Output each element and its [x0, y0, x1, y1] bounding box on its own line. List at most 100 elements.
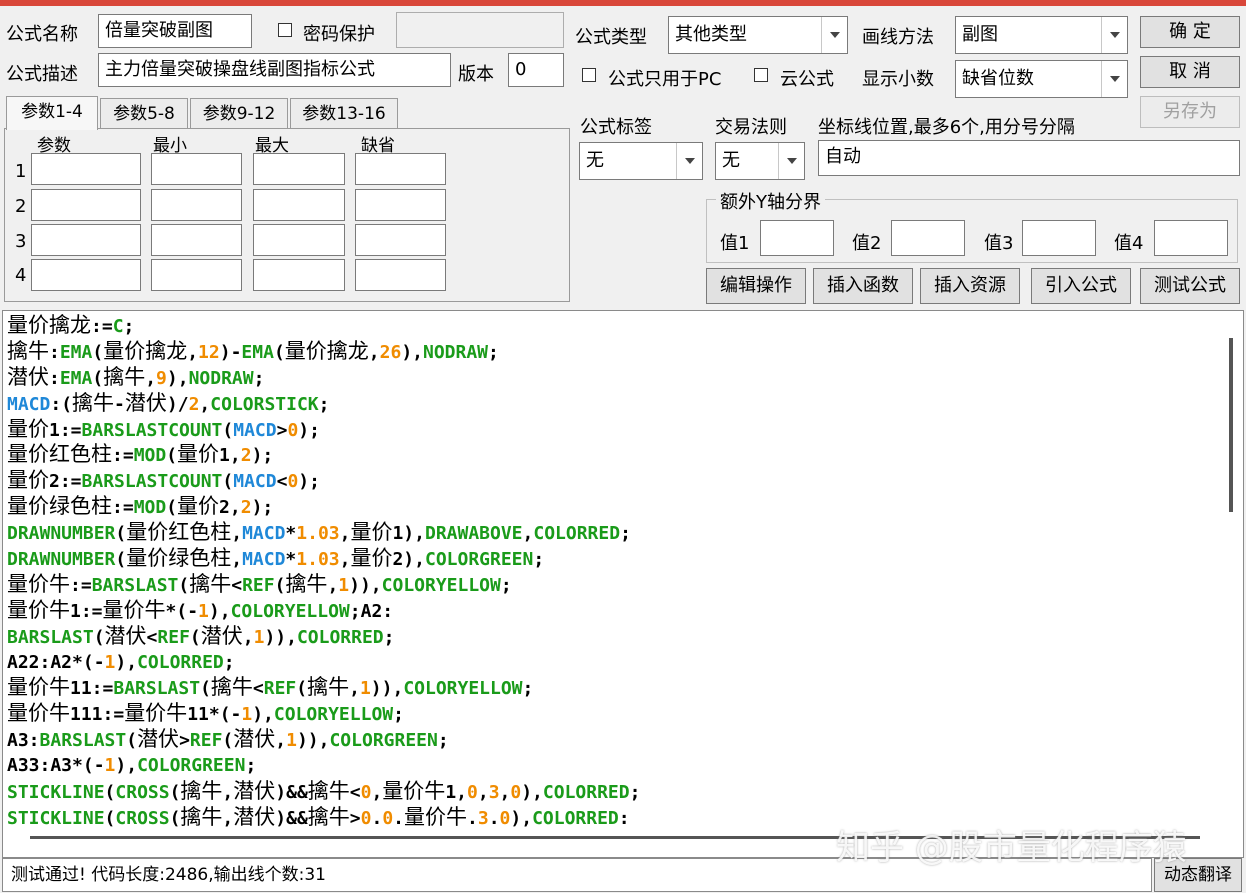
- code-token: ;: [318, 393, 330, 415]
- coord-line-input[interactable]: 自动: [818, 140, 1240, 176]
- formula-type-select[interactable]: 其他类型: [668, 16, 848, 54]
- param-3-name-input[interactable]: [31, 224, 141, 256]
- code-token: A22:A2*(-: [7, 651, 105, 673]
- code-token: 潜伏: [137, 727, 180, 752]
- param-4-max-input[interactable]: [253, 259, 345, 291]
- insert-function-button[interactable]: 插入函数: [813, 268, 913, 304]
- decimals-select[interactable]: 缺省位数: [955, 60, 1128, 98]
- chevron-down-icon[interactable]: [778, 143, 804, 179]
- code-editor[interactable]: 量价擒龙:=C; 擒牛:EMA(量价擒龙,12)-EMA(量价擒龙,26),NOD…: [2, 310, 1244, 858]
- tab-params-9-12[interactable]: 参数9-12: [190, 98, 288, 130]
- draw-method-select[interactable]: 副图: [955, 16, 1128, 54]
- code-token: 3: [488, 782, 500, 804]
- edit-operation-button[interactable]: 编辑操作: [706, 268, 806, 304]
- code-token: COLORRED: [533, 523, 621, 545]
- code-token: COLORRED: [532, 807, 619, 829]
- formula-name-input[interactable]: 倍量突破副图: [98, 14, 252, 48]
- code-token: 量价牛: [7, 597, 70, 622]
- code-token: >: [276, 419, 288, 441]
- tab-params-1-4[interactable]: 参数1-4: [6, 96, 98, 130]
- y-value-1-input[interactable]: [760, 220, 834, 256]
- param-4-default-input[interactable]: [355, 259, 446, 291]
- chevron-down-icon[interactable]: [821, 17, 847, 53]
- trade-rule-label: 交易法则: [715, 117, 787, 138]
- code-token: ;: [488, 341, 499, 363]
- version-input[interactable]: 0: [508, 53, 564, 87]
- code-token: (: [92, 341, 104, 363]
- y-value-4-input[interactable]: [1154, 220, 1228, 256]
- code-token: );: [298, 419, 320, 441]
- code-token: ;: [123, 316, 135, 337]
- code-token: 26: [379, 341, 402, 363]
- y-value-3-input[interactable]: [1022, 220, 1096, 256]
- code-token: *: [285, 549, 297, 571]
- code-token: 2: [240, 445, 252, 467]
- param-4-min-input[interactable]: [151, 259, 242, 291]
- code-token: (: [169, 782, 181, 804]
- param-3-default-input[interactable]: [355, 224, 446, 256]
- formula-tag-select[interactable]: 无: [579, 142, 703, 180]
- code-token: ,: [327, 574, 339, 596]
- code-token: ,: [275, 730, 287, 752]
- cancel-button[interactable]: 取 消: [1140, 56, 1240, 88]
- y-value-2-label: 值2: [852, 233, 882, 254]
- code-token: 潜伏: [200, 623, 243, 648]
- code-token: 量价红色柱: [7, 442, 112, 467]
- password-input[interactable]: [396, 12, 564, 48]
- param-4-name-input[interactable]: [31, 259, 141, 291]
- trade-rule-select[interactable]: 无: [715, 142, 805, 180]
- pc-only-checkbox[interactable]: [582, 68, 596, 82]
- y-value-2-input[interactable]: [891, 220, 965, 256]
- code-token: BARSLAST: [39, 730, 127, 752]
- formula-desc-input[interactable]: 主力倍量突破操盘线副图指标公式: [98, 53, 451, 87]
- param-1-name-input[interactable]: [31, 153, 141, 185]
- code-token: A33:A3*(-: [7, 755, 105, 777]
- code-token: 潜伏: [104, 623, 147, 648]
- row-label-1: 1: [15, 161, 27, 182]
- param-1-min-input[interactable]: [151, 153, 242, 185]
- code-token: )&&: [275, 807, 308, 829]
- code-token: ,: [145, 367, 157, 389]
- code-token: REF: [263, 678, 297, 700]
- code-token: COLORRED: [296, 626, 384, 648]
- code-token: )-: [219, 341, 242, 363]
- code-token: :=: [112, 445, 134, 467]
- insert-resource-button[interactable]: 插入资源: [920, 268, 1020, 304]
- code-token: 1: [359, 678, 371, 700]
- ok-button[interactable]: 确 定: [1140, 16, 1240, 48]
- code-token: <: [252, 678, 264, 700]
- param-1-max-input[interactable]: [253, 153, 345, 185]
- code-line: 量价擒龙:=C;: [7, 313, 640, 339]
- chevron-down-icon[interactable]: [1101, 17, 1127, 53]
- param-3-max-input[interactable]: [253, 224, 345, 256]
- cloud-checkbox[interactable]: [754, 68, 768, 82]
- param-3-min-input[interactable]: [151, 224, 242, 256]
- param-2-default-input[interactable]: [355, 189, 446, 221]
- code-token: <: [276, 471, 288, 493]
- param-2-name-input[interactable]: [31, 189, 141, 221]
- code-token: ,: [231, 523, 243, 545]
- chevron-down-icon[interactable]: [1101, 61, 1127, 97]
- code-token: ;: [533, 549, 545, 571]
- code-token: 量价擒龙: [103, 338, 188, 363]
- test-formula-button[interactable]: 测试公式: [1140, 268, 1240, 304]
- chevron-down-icon[interactable]: [676, 143, 702, 179]
- code-token: MOD: [133, 445, 167, 467]
- code-line: 量价牛1:=量价牛*(-1),COLORYELLOW;A2:: [7, 598, 640, 624]
- tab-params-5-8[interactable]: 参数5-8: [100, 98, 188, 130]
- code-line: 量价红色柱:=MOD(量价1,2);: [7, 442, 640, 468]
- code-token: ,: [368, 341, 380, 363]
- save-as-button[interactable]: 另存为: [1140, 96, 1240, 128]
- code-token: BARSLAST: [113, 678, 201, 700]
- param-2-max-input[interactable]: [253, 189, 345, 221]
- password-checkbox[interactable]: [278, 23, 292, 37]
- code-token: ;: [223, 651, 235, 673]
- code-token: 擒牛: [180, 804, 223, 829]
- import-formula-button[interactable]: 引入公式: [1031, 268, 1131, 304]
- tab-params-13-16[interactable]: 参数13-16: [290, 98, 398, 130]
- vertical-scroll-thumb[interactable]: [1229, 338, 1233, 512]
- code-token: .: [393, 807, 404, 829]
- param-2-min-input[interactable]: [151, 189, 242, 221]
- param-1-default-input[interactable]: [355, 153, 446, 185]
- code-token: ,: [187, 341, 199, 363]
